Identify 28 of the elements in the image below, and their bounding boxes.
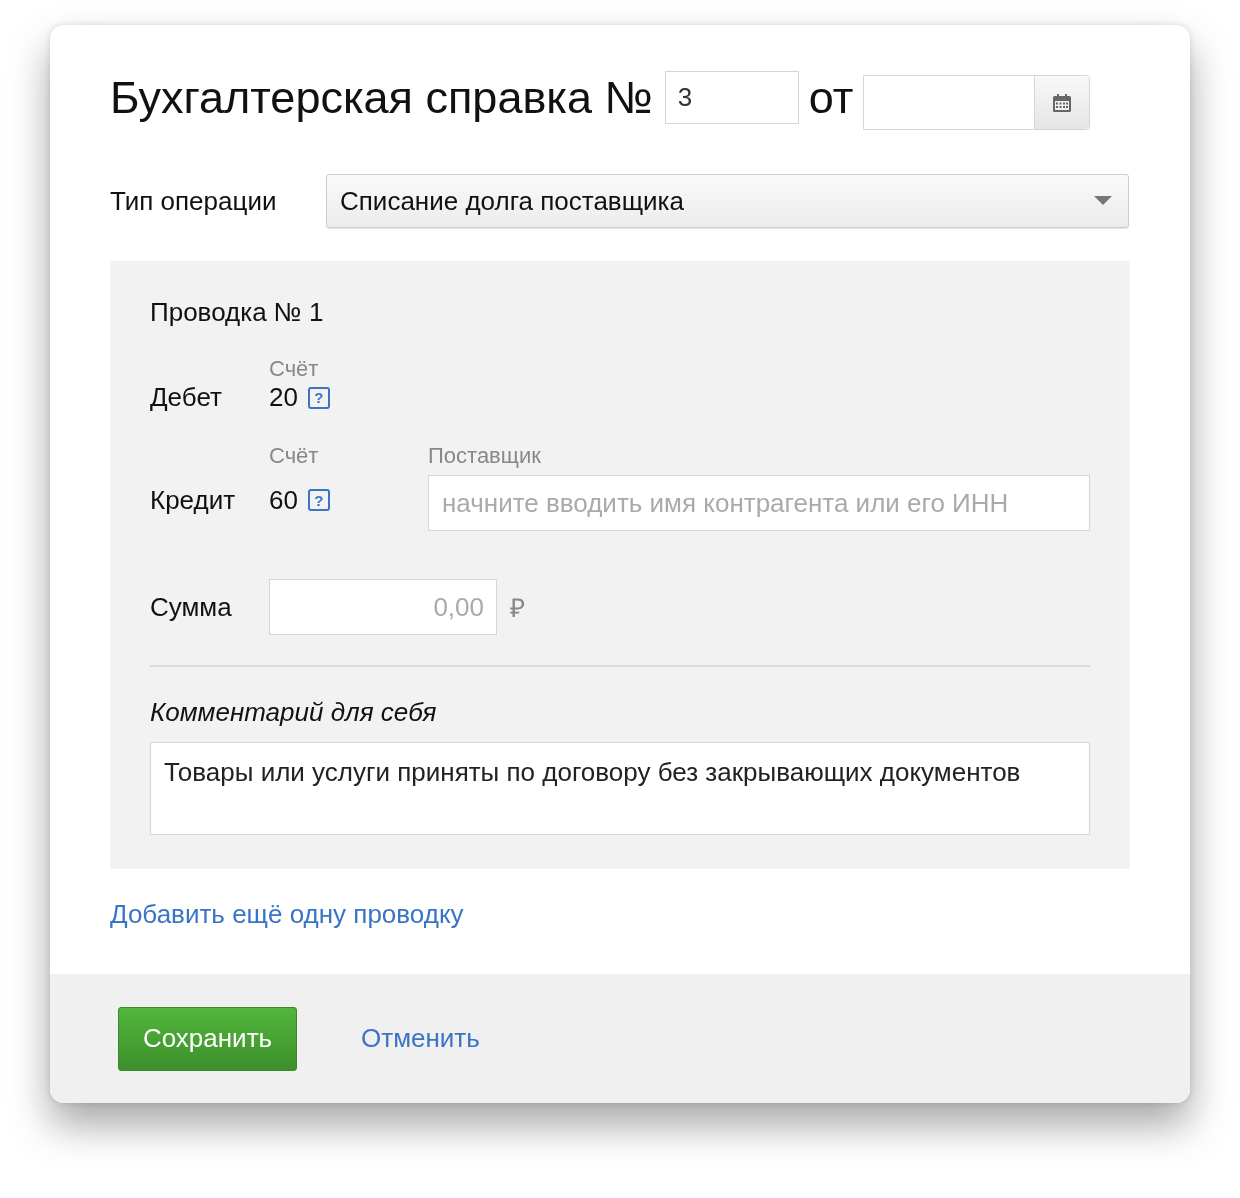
caret-icon [1094, 196, 1112, 206]
number-field[interactable]: 3 [664, 71, 799, 124]
account-label: Счёт [269, 443, 320, 469]
add-entry-link[interactable]: Добавить ещё одну проводку [110, 899, 464, 930]
operation-type-dropdown[interactable]: Списание долга поставщика [326, 174, 1129, 228]
credit-label: Кредит [150, 484, 237, 516]
currency-sign: ₽ [510, 592, 525, 625]
entry-title: Проводка № 1 [150, 297, 325, 328]
date-label: от [808, 71, 854, 124]
dialog-title: Бухгалтерская справка № [110, 71, 653, 124]
amount-field[interactable]: 0,00 [269, 579, 497, 635]
operation-type-label: Тип операции [110, 185, 278, 217]
cancel-link[interactable]: Отменить [361, 1023, 480, 1054]
account-label: Счёт [269, 356, 320, 382]
calendar-icon [1052, 92, 1073, 113]
account-number: 60 [269, 484, 298, 516]
date-field[interactable] [863, 75, 1091, 130]
calendar-button[interactable] [1034, 76, 1090, 129]
comment-label: Комментарий для себя [150, 697, 438, 728]
supplier-label: Поставщик [428, 443, 542, 469]
comment-field[interactable]: Товары или услуги приняты по договору без закрывающих документов [150, 742, 1090, 835]
account-number: 20 [269, 382, 298, 413]
help-icon[interactable]: ? [307, 386, 330, 409]
supplier-field[interactable]: начните вводить имя контрагента или его ИНН [428, 475, 1090, 531]
amount-label: Сумма [150, 591, 233, 623]
save-button[interactable]: Сохранить [118, 1006, 297, 1071]
help-icon[interactable]: ? [307, 489, 330, 511]
debit-label: Дебет [150, 382, 223, 413]
